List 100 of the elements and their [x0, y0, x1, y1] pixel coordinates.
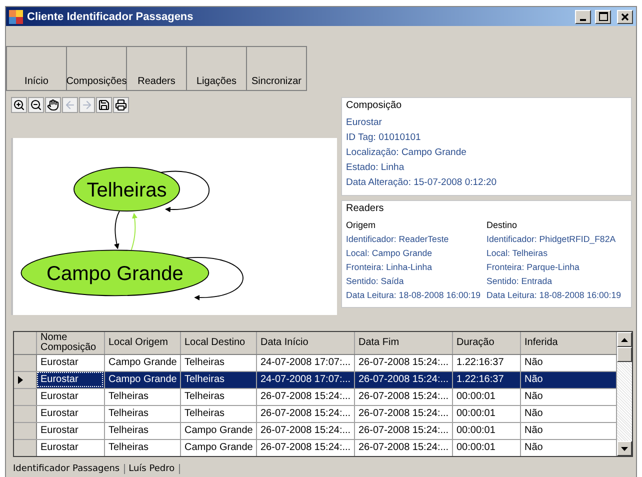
table-cell: Não	[520, 405, 616, 422]
info-text: Estado: Linha	[346, 161, 406, 175]
table-cell: Telheiras	[180, 405, 256, 422]
table-cell: 26-07-2008 15:24:...	[256, 439, 354, 456]
window-title: Cliente Identificador Passagens	[27, 10, 194, 22]
table-cell: Eurostar	[36, 422, 104, 439]
info-text: Data Alteração: 15-07-2008 0:12:20	[346, 176, 498, 190]
hand-icon	[47, 99, 59, 111]
printer-icon	[115, 99, 127, 111]
info-text: Data Leitura: 18-08-2008 16:00:19	[346, 289, 482, 302]
info-text: Identificador: ReaderTeste	[346, 233, 450, 246]
table-cell: 26-07-2008 15:24:...	[354, 422, 452, 439]
table-cell: Telheiras	[104, 405, 180, 422]
info-text: Eurostar	[346, 116, 383, 130]
column-header[interactable]: Inferida	[520, 332, 616, 354]
printer-button[interactable]	[113, 97, 129, 113]
graph-node: Campo Grande	[20, 250, 210, 296]
column-header[interactable]: Data Fim	[354, 332, 452, 354]
scroll-down-icon	[621, 446, 628, 450]
graph-edge	[130, 212, 138, 251]
table-cell: 26-07-2008 15:24:...	[256, 422, 354, 439]
scroll-up-icon	[621, 338, 628, 342]
info-text: Localização: Campo Grande	[346, 146, 468, 160]
table-cell: Campo Grande	[180, 422, 256, 439]
info-text: Data Leitura: 18-08-2008 16:00:19	[486, 289, 622, 302]
graph-node: Telheiras	[74, 166, 180, 212]
graph-edge	[114, 210, 120, 250]
maximize-icon	[598, 12, 608, 21]
table-cell: 26-07-2008 15:24:...	[256, 405, 354, 422]
table-cell: 1.22:16:37	[452, 354, 520, 371]
table-cell: Telheiras	[104, 422, 180, 439]
table-cell: 26-07-2008 15:24:...	[354, 371, 452, 388]
table-cell: Eurostar	[36, 405, 104, 422]
status-text: Identificador Passagens	[9, 464, 125, 474]
vertical-scrollbar[interactable]	[617, 332, 632, 456]
group-title: Composição	[346, 100, 403, 111]
zoom-in-icon	[13, 99, 25, 111]
column-heading: Destino	[486, 219, 518, 232]
info-text: Local: Telheiras	[486, 247, 548, 260]
info-text: Identificador: PhidgetRFID_F82A	[486, 233, 617, 246]
minimize-button[interactable]	[575, 10, 591, 24]
table-cell: Não	[520, 388, 616, 405]
column-heading: Origem	[346, 219, 377, 232]
info-text: Local: Campo Grande	[346, 247, 434, 260]
table-cell: 26-07-2008 15:24:...	[354, 405, 452, 422]
table-cell: Eurostar	[36, 354, 104, 371]
table-cell: Campo Grande	[180, 439, 256, 456]
zoom-in-button[interactable]	[11, 97, 27, 113]
table-cell: 24-07-2008 17:07:...	[256, 354, 354, 371]
minimize-icon	[580, 18, 586, 20]
table-cell: 00:00:01	[452, 422, 520, 439]
info-text: Fronteira: Parque-Linha	[486, 261, 580, 274]
info-text: Fronteira: Linha-Linha	[346, 261, 434, 274]
column-header[interactable]: Data Início	[256, 332, 354, 354]
table-cell: Telheiras	[180, 388, 256, 405]
back-arrow-icon	[64, 99, 76, 111]
row-header[interactable]	[14, 371, 36, 388]
current-row-icon	[18, 376, 23, 384]
table-cell: Não	[520, 354, 616, 371]
table-cell: Eurostar	[36, 371, 104, 388]
toolbar-button[interactable]: Composições	[67, 47, 127, 90]
maximize-button[interactable]	[595, 10, 611, 24]
status-text: Luís Pedro	[124, 464, 180, 474]
table-cell: Eurostar	[36, 388, 104, 405]
table-cell: 1.22:16:37	[452, 371, 520, 388]
table-cell: 24-07-2008 17:07:...	[256, 371, 354, 388]
hand-button[interactable]	[45, 97, 61, 113]
column-header[interactable]: Local Origem	[104, 332, 180, 354]
info-text: Sentido: Entrada	[486, 275, 554, 288]
table-cell: 26-07-2008 15:24:...	[354, 354, 452, 371]
close-button[interactable]	[617, 10, 633, 24]
forward-arrow-icon	[81, 99, 93, 111]
close-icon	[621, 12, 629, 20]
corner-header	[14, 332, 36, 354]
table-cell: Não	[520, 439, 616, 456]
table-cell: Telheiras	[180, 354, 256, 371]
group-title: Readers	[346, 203, 385, 214]
table-cell: 00:00:01	[452, 439, 520, 456]
table-cell: Campo Grande	[104, 371, 180, 388]
column-header[interactable]: Duração	[452, 332, 520, 354]
column-header[interactable]: Local Destino	[180, 332, 256, 354]
table-cell: Telheiras	[104, 439, 180, 456]
scrollbar-thumb[interactable]	[617, 347, 632, 362]
table-cell: 00:00:01	[452, 405, 520, 422]
table-cell: Eurostar	[36, 439, 104, 456]
table-cell: Telheiras	[104, 388, 180, 405]
table-cell: 26-07-2008 15:24:...	[354, 439, 452, 456]
info-text: Sentido: Saída	[346, 275, 405, 288]
info-text: ID Tag: 01010101	[346, 131, 422, 145]
table-cell: 26-07-2008 15:24:...	[256, 388, 354, 405]
table-cell: Campo Grande	[104, 354, 180, 371]
zoom-out-button[interactable]	[28, 97, 44, 113]
app-icon	[9, 10, 23, 24]
table-cell: Telheiras	[180, 371, 256, 388]
zoom-out-icon	[30, 99, 42, 111]
table-cell: Não	[520, 371, 616, 388]
table-cell: 00:00:01	[452, 388, 520, 405]
table-cell: Não	[520, 422, 616, 439]
column-header[interactable]: Nome Composição	[36, 332, 104, 354]
floppy-disk-button[interactable]	[96, 97, 112, 113]
